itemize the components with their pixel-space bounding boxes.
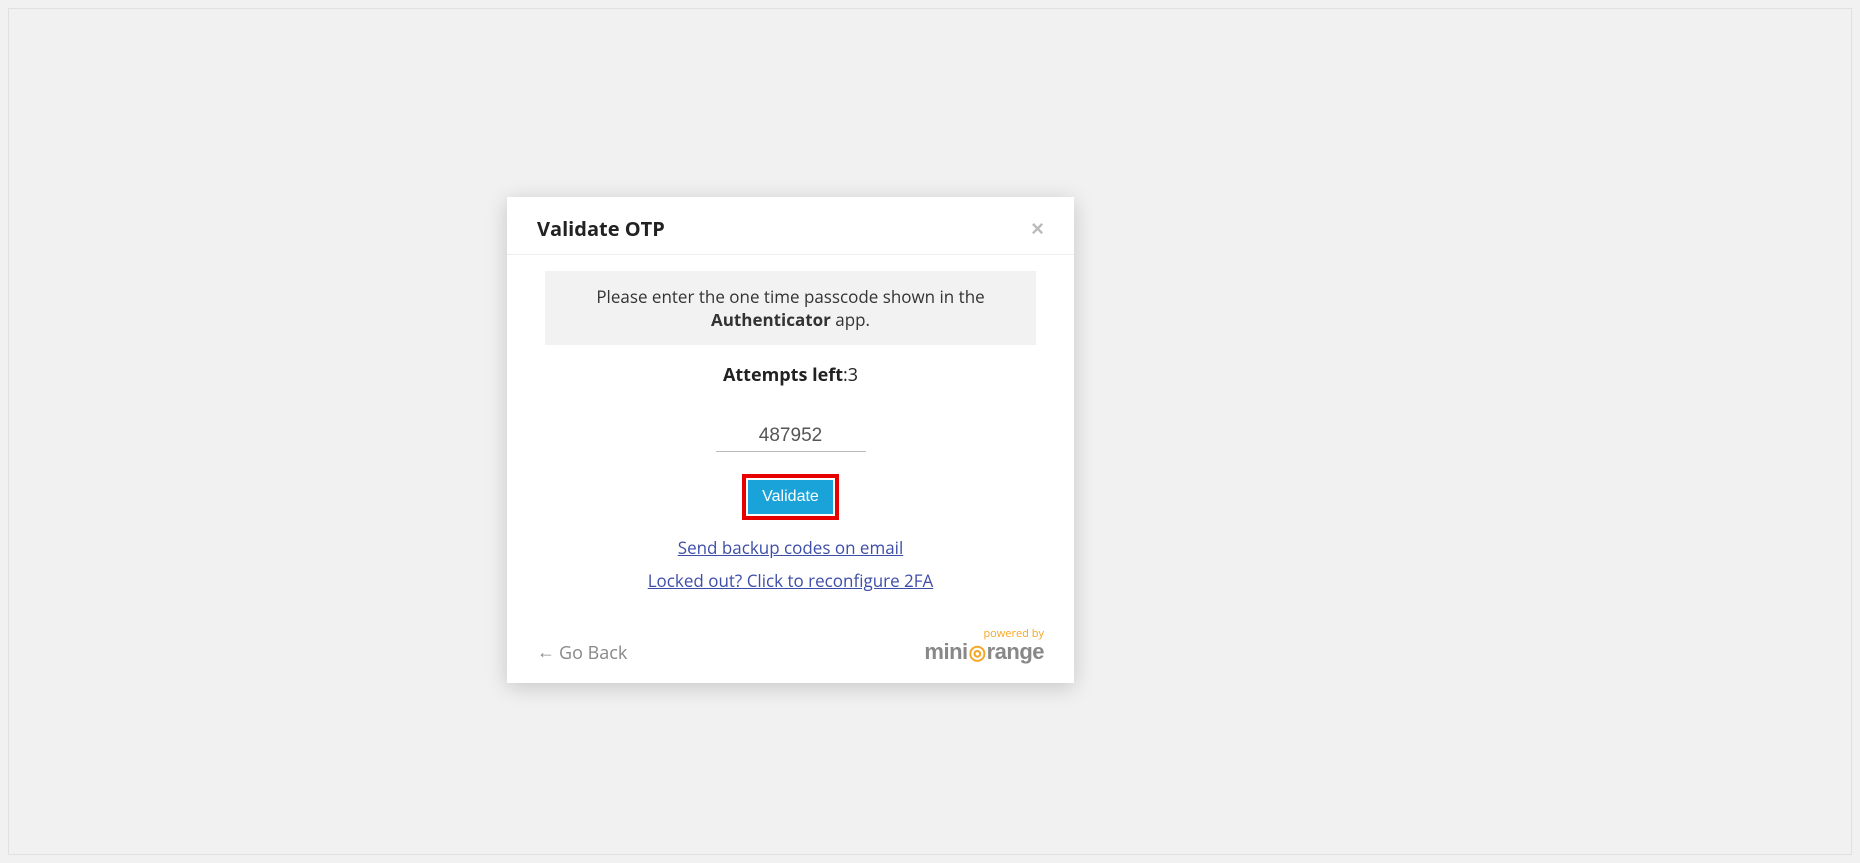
attempts-label: Attempts left bbox=[723, 363, 843, 387]
instruction-bold: Authenticator bbox=[711, 308, 831, 331]
validate-button-wrap: Validate bbox=[537, 474, 1044, 520]
validate-highlight: Validate bbox=[742, 474, 839, 520]
backup-codes-row: Send backup codes on email bbox=[537, 536, 1044, 559]
validate-button[interactable]: Validate bbox=[748, 480, 833, 514]
page-frame: Validate OTP × Please enter the one time… bbox=[8, 8, 1852, 855]
close-icon[interactable]: × bbox=[1031, 218, 1044, 240]
orange-icon: ◎ bbox=[969, 640, 986, 665]
powered-by-label: powered by bbox=[924, 628, 1044, 639]
brand-range: range bbox=[987, 639, 1044, 665]
attempts-left: Attempts left:3 bbox=[537, 363, 1044, 387]
arrow-left-icon: ← bbox=[537, 640, 555, 664]
brand-mini: mini bbox=[924, 639, 967, 665]
otp-input-wrap bbox=[537, 421, 1044, 452]
attempts-value: :3 bbox=[843, 363, 858, 387]
validate-otp-modal: Validate OTP × Please enter the one time… bbox=[507, 197, 1074, 683]
miniorange-logo: mini◎range bbox=[924, 639, 1044, 665]
send-backup-codes-link[interactable]: Send backup codes on email bbox=[678, 536, 904, 559]
reconfigure-2fa-link[interactable]: Locked out? Click to reconfigure 2FA bbox=[648, 569, 934, 592]
instruction-text: Please enter the one time passcode shown… bbox=[545, 271, 1036, 345]
instruction-suffix: app. bbox=[831, 308, 870, 331]
go-back-label: Go Back bbox=[559, 641, 627, 665]
modal-body: Please enter the one time passcode shown… bbox=[507, 255, 1074, 622]
modal-footer: ← Go Back powered by mini◎range bbox=[507, 622, 1074, 683]
instruction-prefix: Please enter the one time passcode shown… bbox=[596, 285, 984, 308]
modal-title: Validate OTP bbox=[537, 215, 665, 242]
modal-header: Validate OTP × bbox=[507, 197, 1074, 255]
go-back-link[interactable]: ← Go Back bbox=[537, 641, 627, 665]
otp-input[interactable] bbox=[716, 421, 866, 452]
powered-by-block: powered by mini◎range bbox=[924, 628, 1044, 665]
locked-out-row: Locked out? Click to reconfigure 2FA bbox=[537, 569, 1044, 592]
